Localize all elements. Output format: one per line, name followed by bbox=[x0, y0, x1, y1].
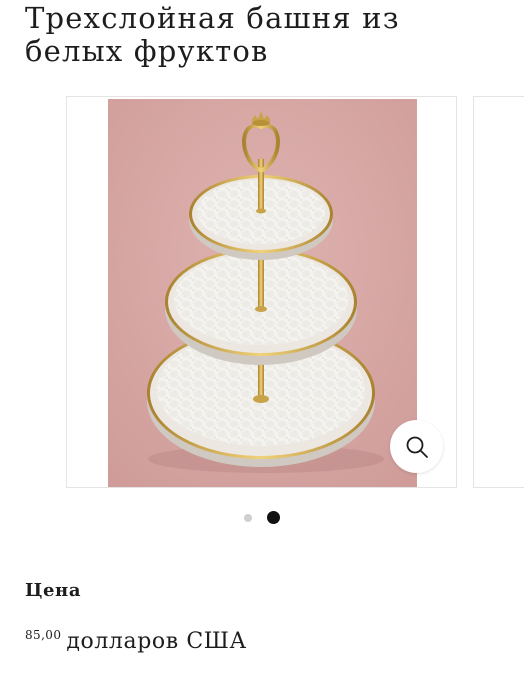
gallery-pagination bbox=[0, 510, 524, 526]
pagination-dot-2-active[interactable] bbox=[267, 511, 280, 524]
pagination-dot-1[interactable] bbox=[244, 514, 252, 522]
product-title: Трехслойная башня из белых фруктов bbox=[25, 1, 400, 68]
price-label: Цена bbox=[25, 580, 82, 601]
magnifier-icon bbox=[406, 436, 428, 458]
price-currency: долларов США bbox=[66, 629, 247, 654]
zoom-button[interactable] bbox=[390, 420, 443, 473]
price-amount: 85,00 bbox=[25, 628, 62, 642]
product-gallery[interactable] bbox=[66, 96, 457, 488]
product-image[interactable] bbox=[108, 99, 417, 487]
price: 85,00 долларов США bbox=[25, 628, 247, 654]
next-gallery-slide[interactable] bbox=[473, 96, 524, 488]
